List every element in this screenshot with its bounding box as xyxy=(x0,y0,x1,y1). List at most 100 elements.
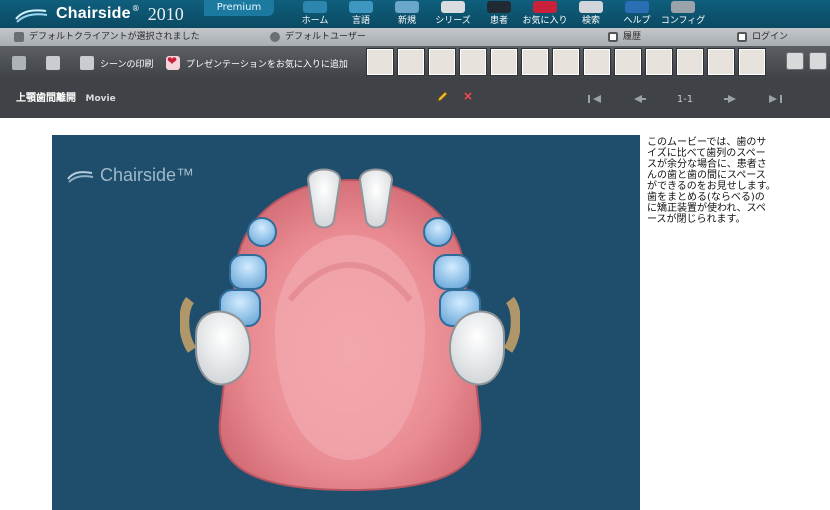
left-back-bracket xyxy=(180,296,197,353)
new-icon xyxy=(395,1,419,13)
grid-expand-icon xyxy=(12,56,26,70)
scene-title: 上顎歯間離開 Movie xyxy=(16,80,116,118)
left-molar xyxy=(195,310,251,386)
language-icon xyxy=(349,1,373,13)
thumbnail-item[interactable] xyxy=(614,48,642,76)
login-label: ログイン xyxy=(752,32,789,42)
print-icon xyxy=(80,56,94,70)
app-header: Chairside ® 2010 Premium ホーム 言語 新規 シリーズ … xyxy=(0,0,830,28)
delete-icon[interactable]: × xyxy=(462,90,474,102)
thumbnail-item[interactable] xyxy=(707,48,735,76)
history-icon xyxy=(608,32,618,42)
video-watermark: Chairside™ xyxy=(66,165,194,186)
pencil-icon[interactable] xyxy=(436,91,448,103)
favorite-icon xyxy=(533,1,557,13)
prev-page-button[interactable] xyxy=(627,92,649,106)
info-icon xyxy=(46,56,60,70)
edition-badge: Premium xyxy=(204,0,274,16)
nav-search[interactable]: 検索 xyxy=(568,0,614,28)
home-icon xyxy=(303,1,327,13)
movie-description: このムービーでは、歯のサイズに比べて歯列のスペースが余分な場合に、患者さんの歯と… xyxy=(647,137,781,225)
scene-type: Movie xyxy=(85,94,116,104)
thumbnail-item[interactable] xyxy=(490,48,518,76)
brand-year: 2010 xyxy=(147,3,184,24)
add-presentation-favorite-button[interactable]: プレゼンテーションをお気に入りに追加 xyxy=(166,46,348,80)
prev-page-icon xyxy=(634,95,646,103)
nav-language[interactable]: 言語 xyxy=(338,0,384,28)
print-scene-button[interactable]: シーンの印刷 xyxy=(80,46,154,80)
nav-help[interactable]: ヘルプ xyxy=(614,0,660,28)
nav-config-label: コンフィグ xyxy=(660,16,706,26)
brand-name: Chairside xyxy=(56,5,131,22)
thumbnail-item[interactable] xyxy=(459,48,487,76)
nav-patient[interactable]: 患者 xyxy=(476,0,522,28)
app-logo: Chairside ® 2010 xyxy=(14,0,184,28)
nav-new-label: 新規 xyxy=(397,16,416,26)
page-indicator: 1-1 xyxy=(676,93,694,105)
chairside-swoosh-icon xyxy=(15,9,48,23)
add-presentation-label: プレゼンテーションをお気に入りに追加 xyxy=(186,59,348,70)
patient-icon xyxy=(487,1,511,13)
pager: 1-1 xyxy=(585,80,785,118)
palate xyxy=(275,235,425,460)
user-status-text: デフォルトユーザー xyxy=(285,32,366,42)
nav-language-label: 言語 xyxy=(351,16,370,26)
thumbnail-item[interactable] xyxy=(645,48,673,76)
chairside-swoosh-icon xyxy=(67,170,94,183)
present-button[interactable] xyxy=(809,52,827,70)
nav-favorites[interactable]: お気に入り xyxy=(522,0,568,28)
expand-grid-button[interactable] xyxy=(12,46,26,80)
history-label: 履歴 xyxy=(623,32,642,42)
thumbnail-item[interactable] xyxy=(552,48,580,76)
nav-series-label: シリーズ xyxy=(435,16,471,26)
status-bar: デフォルトクライアントが選択されました デフォルトユーザー 履歴 ログイン xyxy=(0,28,830,46)
right-back-bracket xyxy=(503,296,520,353)
right-lateral-tooth xyxy=(423,217,453,247)
next-page-button[interactable] xyxy=(721,92,743,106)
scene-thumbnails xyxy=(366,48,766,76)
thumbnail-item[interactable] xyxy=(521,48,549,76)
thumbnail-item[interactable] xyxy=(397,48,425,76)
client-status-text: デフォルトクライアントが選択されました xyxy=(29,32,200,42)
user-status: デフォルトユーザー xyxy=(270,28,366,46)
user-icon xyxy=(270,32,280,42)
nav-config[interactable]: コンフィグ xyxy=(660,0,706,28)
config-icon xyxy=(671,1,695,13)
search-icon xyxy=(579,1,603,13)
help-icon xyxy=(625,1,649,13)
nav-help-label: ヘルプ xyxy=(623,16,651,26)
thumbnail-item[interactable] xyxy=(583,48,611,76)
nav-series[interactable]: シリーズ xyxy=(430,0,476,28)
nav-home[interactable]: ホーム xyxy=(292,0,338,28)
print-scene-label: シーンの印刷 xyxy=(100,59,154,70)
thumbnail-item[interactable] xyxy=(676,48,704,76)
right-premolar xyxy=(433,254,471,290)
scene-info-button[interactable] xyxy=(46,46,60,80)
scene-title-text: 上顎歯間離開 xyxy=(16,93,76,104)
heart-icon xyxy=(166,54,180,70)
nav-patient-label: 患者 xyxy=(489,16,508,26)
fullscreen-button[interactable] xyxy=(786,52,804,70)
nav-home-label: ホーム xyxy=(301,16,329,26)
last-page-button[interactable] xyxy=(763,92,785,106)
nav-favorites-label: お気に入り xyxy=(522,16,568,26)
next-page-icon xyxy=(724,95,736,103)
login-button[interactable]: ログイン xyxy=(737,28,788,46)
thumbnail-item[interactable] xyxy=(428,48,456,76)
last-page-icon xyxy=(769,95,782,103)
scene-titlebar: 上顎歯間離開 Movie × 1-1 xyxy=(0,80,830,118)
lock-icon xyxy=(737,32,747,42)
thumbnail-item[interactable] xyxy=(366,48,394,76)
client-icon xyxy=(14,32,24,42)
client-status: デフォルトクライアントが選択されました xyxy=(14,28,200,46)
thumbnail-item[interactable] xyxy=(738,48,766,76)
first-page-icon xyxy=(588,95,601,103)
history-button[interactable]: 履歴 xyxy=(608,28,641,46)
nav-new[interactable]: 新規 xyxy=(384,0,430,28)
nav-search-label: 検索 xyxy=(581,16,600,26)
main-nav: ホーム 言語 新規 シリーズ 患者 お気に入り 検索 ヘルプ コンフィグ xyxy=(292,0,706,28)
maxilla-illustration xyxy=(180,168,520,492)
first-page-button[interactable] xyxy=(585,92,607,106)
left-lateral-tooth xyxy=(247,217,277,247)
series-icon xyxy=(441,1,465,13)
